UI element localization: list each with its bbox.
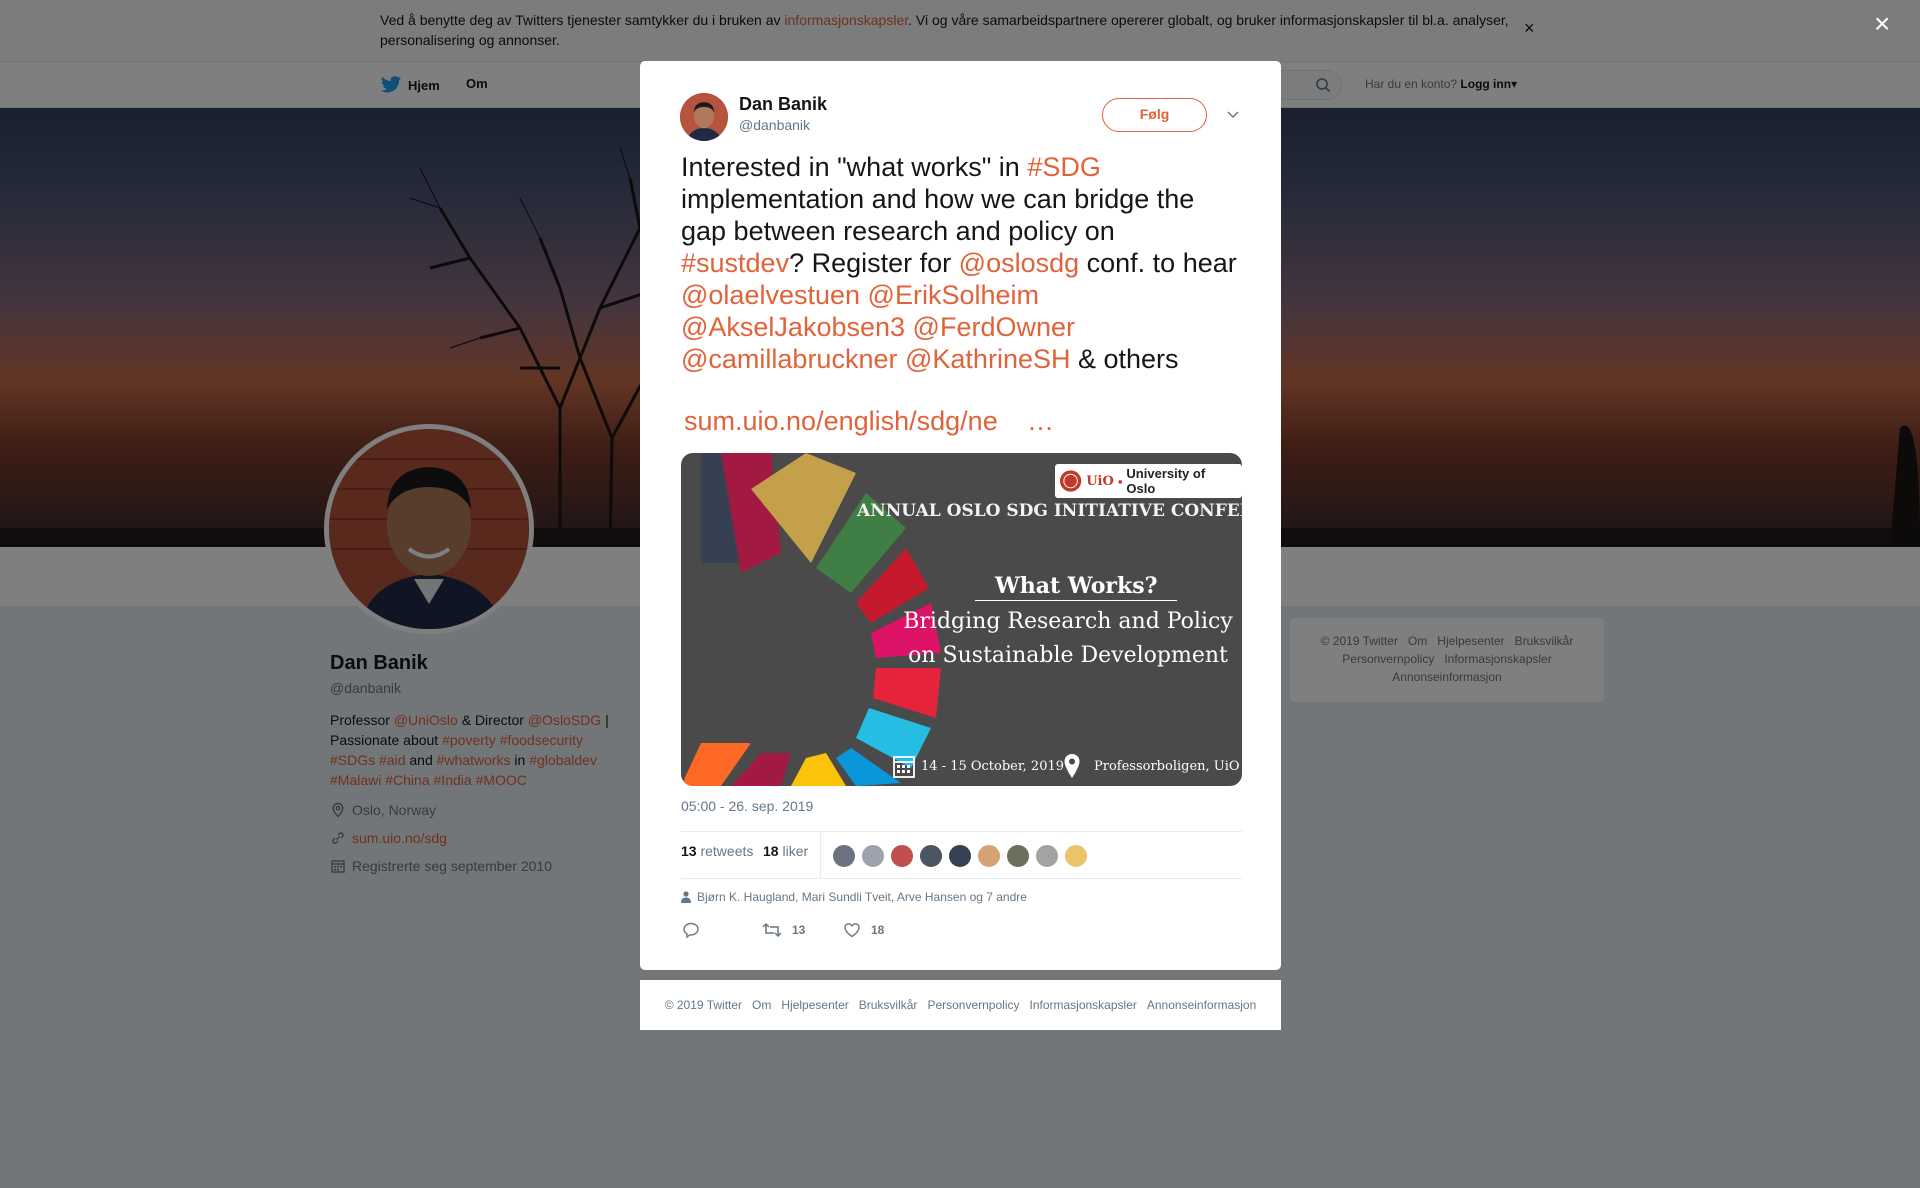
tweet-text-part: & others bbox=[1070, 344, 1179, 374]
tweet-link[interactable]: sum.uio.no/english/sdg/ne bbox=[684, 406, 998, 437]
liker-avatar[interactable] bbox=[1006, 844, 1030, 868]
tweet-text-part: ? Register for bbox=[789, 248, 959, 278]
tweet-entity-link[interactable]: @KathrineSH bbox=[905, 344, 1070, 374]
tweet-card-image[interactable]: UiO ▪ University of Oslo ANNUAL OSLO SDG I… bbox=[681, 453, 1242, 786]
divider bbox=[820, 831, 821, 878]
retweets-stat[interactable]: 13 retweets bbox=[681, 843, 753, 859]
liker-avatar[interactable] bbox=[977, 844, 1001, 868]
tweet-timestamp[interactable]: 05:00 - 26. sep. 2019 bbox=[681, 798, 813, 814]
chevron-down-icon[interactable] bbox=[1226, 107, 1240, 121]
tweet-entity-link[interactable]: @camillabruckner bbox=[681, 344, 897, 374]
footer-link[interactable]: Bruksvilkår bbox=[859, 998, 918, 1012]
likes-stat[interactable]: 18 liker bbox=[763, 843, 808, 859]
tweet-text-part bbox=[897, 344, 905, 374]
calendar-icon bbox=[893, 756, 915, 778]
tweet-text: Interested in "what works" in #SDG imple… bbox=[681, 151, 1241, 375]
tweet-entity-link[interactable]: @oslosdg bbox=[959, 248, 1079, 278]
footer-link[interactable]: Hjelpesenter bbox=[781, 998, 848, 1012]
uio-label: UiO bbox=[1086, 473, 1114, 489]
tweet-author-avatar[interactable] bbox=[680, 93, 728, 141]
liker-avatar[interactable] bbox=[861, 844, 885, 868]
footer-link[interactable]: Personvernpolicy bbox=[927, 998, 1019, 1012]
copyright-text: © 2019 Twitter bbox=[664, 998, 743, 1012]
likers-summary[interactable]: Bjørn K. Haugland, Mari Sundli Tveit, Ar… bbox=[681, 890, 1027, 904]
tweet-entity-link[interactable]: @ErikSolheim bbox=[868, 280, 1039, 310]
tweet-entity-link[interactable]: #SDG bbox=[1027, 152, 1101, 182]
likers-text: Bjørn K. Haugland, Mari Sundli Tveit, Ar… bbox=[697, 890, 1027, 904]
like-button[interactable]: 18 bbox=[843, 921, 884, 939]
tweet-text-part: conf. to hear bbox=[1079, 248, 1237, 278]
liker-avatar[interactable] bbox=[832, 844, 856, 868]
likes-count: 18 bbox=[763, 843, 779, 859]
tweet-text-part bbox=[860, 280, 868, 310]
tweet-entity-link[interactable]: @FerdOwner bbox=[913, 312, 1075, 342]
tweet-author-name[interactable]: Dan Banik bbox=[739, 94, 827, 115]
tweet-text-part: Interested in "what works" in bbox=[681, 152, 1028, 182]
card-subtitle: Bridging Research and Policy on Sustaina… bbox=[903, 609, 1233, 668]
retweets-count: 13 bbox=[681, 843, 697, 859]
person-photo-image bbox=[680, 93, 728, 141]
card-date: 14 - 15 October, 2019 bbox=[921, 759, 1065, 774]
modal-footer: © 2019 Twitter Om Hjelpesenter Bruksvilkår P… bbox=[640, 980, 1281, 1030]
uio-dot: ▪ bbox=[1117, 473, 1123, 489]
uio-logo: UiO ▪ University of Oslo bbox=[1055, 464, 1242, 498]
footer-link[interactable]: Informasjonskapsler bbox=[1029, 998, 1136, 1012]
liker-avatar[interactable] bbox=[948, 844, 972, 868]
like-count: 18 bbox=[871, 923, 885, 937]
person-icon bbox=[681, 891, 691, 903]
close-icon[interactable]: × bbox=[1874, 10, 1890, 38]
divider bbox=[681, 831, 1242, 832]
reply-button[interactable] bbox=[682, 921, 700, 939]
tweet-entity-link[interactable]: #sustdev bbox=[681, 248, 789, 278]
liker-avatar[interactable] bbox=[1064, 844, 1088, 868]
liker-avatar[interactable] bbox=[1035, 844, 1059, 868]
heart-icon bbox=[844, 923, 860, 938]
uio-seal-icon bbox=[1059, 470, 1082, 492]
retweet-count: 13 bbox=[792, 923, 806, 937]
retweet-button[interactable]: 13 bbox=[762, 921, 805, 939]
retweets-label: retweets bbox=[700, 843, 754, 859]
tweet-modal: Dan Banik @danbanik Følg Interested in "… bbox=[640, 61, 1281, 970]
footer-link[interactable]: Om bbox=[752, 998, 771, 1012]
card-place: Professorboligen, UiO bbox=[1094, 759, 1240, 774]
tweet-link-ellipsis[interactable]: … bbox=[1027, 406, 1054, 437]
card-headline: What Works? bbox=[975, 573, 1178, 601]
liker-avatar[interactable] bbox=[890, 844, 914, 868]
liker-avatar[interactable] bbox=[919, 844, 943, 868]
university-label: University of Oslo bbox=[1126, 466, 1206, 496]
tweet-entity-link[interactable]: @AkselJakobsen3 bbox=[681, 312, 905, 342]
tweet-text-part: implementation and how we can bridge the… bbox=[681, 184, 1195, 246]
location-pin-icon bbox=[1064, 754, 1080, 778]
follow-button[interactable]: Følg bbox=[1102, 98, 1207, 132]
card-title: ANNUAL OSLO SDG INITIATIVE CONFERENCE bbox=[857, 501, 1242, 521]
liker-facepile bbox=[832, 844, 1088, 868]
reply-icon bbox=[683, 922, 699, 939]
footer-link[interactable]: Annonseinformasjon bbox=[1147, 998, 1256, 1012]
tweet-author-handle[interactable]: @danbanik bbox=[739, 117, 810, 133]
divider bbox=[681, 878, 1242, 879]
tweet-text-part bbox=[905, 312, 913, 342]
retweet-icon bbox=[762, 922, 782, 938]
tweet-entity-link[interactable]: @olaelvestuen bbox=[681, 280, 860, 310]
likes-label: liker bbox=[782, 843, 809, 859]
